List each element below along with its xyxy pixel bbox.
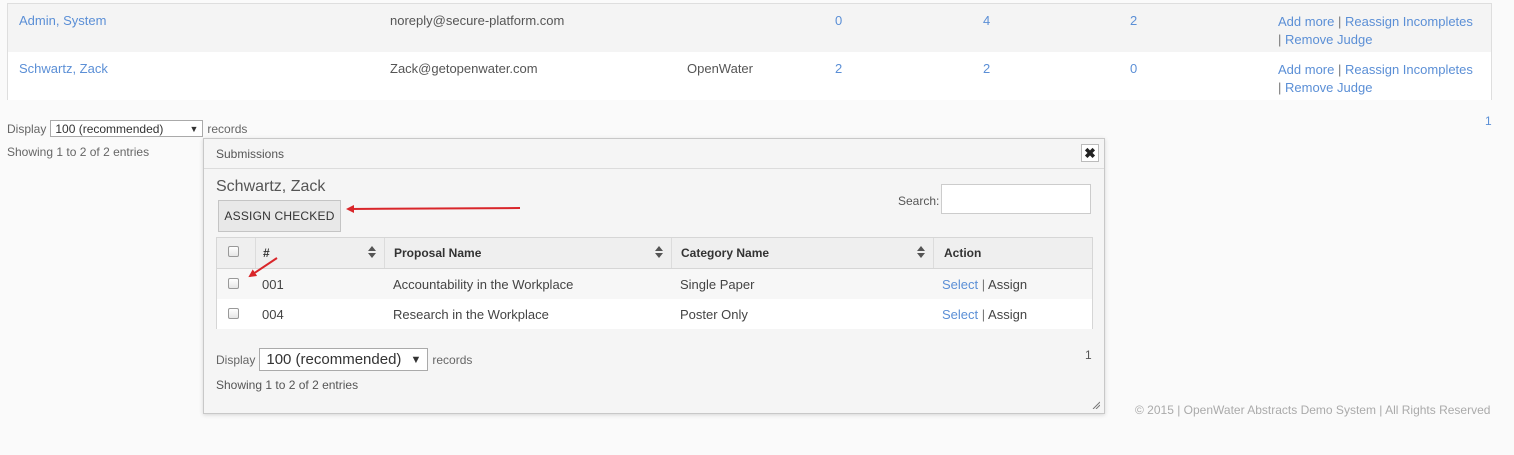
submissions-table: # Proposal Name Category Name Action 001… (216, 237, 1093, 329)
remove-judge-link[interactable]: Remove Judge (1285, 80, 1372, 95)
table-row: 004 Research in the Workplace Poster Onl… (217, 299, 1092, 329)
column-header-number[interactable]: # (263, 238, 270, 268)
display-label: Display (7, 121, 47, 136)
dialog-header: Submissions ✖ (204, 139, 1104, 169)
judge-name-link[interactable]: Admin, System (19, 13, 106, 28)
column-header-proposal-name[interactable]: Proposal Name (394, 238, 481, 268)
table-row: Schwartz, Zack Zack@getopenwater.com Ope… (8, 52, 1491, 100)
sort-icon[interactable] (655, 246, 663, 260)
submission-number: 001 (262, 277, 284, 292)
separator: | (1338, 14, 1345, 29)
count-link[interactable]: 4 (983, 13, 990, 28)
search-label: Search: (898, 194, 940, 208)
count-link[interactable]: 0 (835, 13, 842, 28)
table-row: Admin, System noreply@secure-platform.co… (8, 4, 1491, 52)
separator: | (1278, 80, 1285, 95)
records-per-page-value: 100 (recommended) (55, 121, 164, 136)
select-link[interactable]: Select (942, 307, 978, 322)
row-checkbox[interactable] (228, 278, 239, 289)
column-header-category-name[interactable]: Category Name (681, 238, 769, 268)
assign-checked-button[interactable]: ASSIGN CHECKED (218, 200, 341, 232)
reassign-incompletes-link[interactable]: Reassign Incompletes (1345, 62, 1473, 77)
judge-email: noreply@secure-platform.com (390, 13, 565, 28)
column-header-action: Action (944, 246, 982, 260)
chevron-down-icon: ▼ (189, 123, 199, 134)
records-label: records (432, 352, 473, 367)
proposal-name: Accountability in the Workplace (393, 277, 574, 292)
row-actions: Select | Assign (942, 277, 1027, 292)
judge-actions: Add more | Reassign Incompletes | Remove… (1278, 61, 1490, 97)
records-per-page-value: 100 (recommended) (266, 351, 402, 368)
judge-actions: Add more | Reassign Incompletes | Remove… (1278, 13, 1490, 49)
display-label: Display (216, 352, 256, 367)
column-divider (671, 238, 672, 268)
submission-number: 004 (262, 307, 284, 322)
search-input[interactable] (941, 184, 1091, 214)
judge-organization: OpenWater (687, 61, 753, 76)
column-divider (384, 238, 385, 268)
column-divider (933, 238, 934, 268)
entries-info: Showing 1 to 2 of 2 entries (7, 145, 150, 159)
category-name: Single Paper (680, 277, 755, 292)
judge-name-link[interactable]: Schwartz, Zack (19, 61, 108, 76)
count-link[interactable]: 2 (1130, 13, 1137, 28)
pagination-page[interactable]: 1 (1085, 348, 1092, 362)
column-divider (255, 238, 256, 268)
display-control: Display 100 (recommended) ▼ records (7, 120, 247, 137)
count-link[interactable]: 0 (1130, 61, 1137, 76)
records-per-page-select[interactable]: 100 (recommended) ▼ (259, 348, 429, 371)
category-name: Poster Only (680, 307, 748, 322)
separator: | (1338, 62, 1345, 77)
reassign-incompletes-link[interactable]: Reassign Incompletes (1345, 14, 1473, 29)
assign-link[interactable]: Assign (988, 307, 1027, 322)
add-more-link[interactable]: Add more (1278, 62, 1334, 77)
table-header: # Proposal Name Category Name Action (217, 238, 1092, 269)
table-row: 001 Accountability in the Workplace Sing… (217, 269, 1092, 299)
assign-link[interactable]: Assign (988, 277, 1027, 292)
judge-heading: Schwartz, Zack (216, 178, 326, 195)
close-icon: ✖ (1084, 145, 1096, 161)
select-link[interactable]: Select (942, 277, 978, 292)
remove-judge-link[interactable]: Remove Judge (1285, 32, 1372, 47)
resize-handle-icon[interactable] (1092, 401, 1100, 409)
count-link[interactable]: 2 (835, 61, 842, 76)
pagination-page[interactable]: 1 (1485, 114, 1492, 128)
count-link[interactable]: 2 (983, 61, 990, 76)
separator: | (1278, 32, 1285, 47)
judge-email: Zack@getopenwater.com (390, 61, 538, 76)
judges-table: Admin, System noreply@secure-platform.co… (7, 3, 1492, 100)
add-more-link[interactable]: Add more (1278, 14, 1334, 29)
submissions-dialog: Submissions ✖ Schwartz, Zack ASSIGN CHEC… (203, 138, 1105, 414)
select-all-checkbox[interactable] (228, 246, 239, 257)
dialog-title: Submissions (216, 147, 285, 161)
proposal-name: Research in the Workplace (393, 307, 549, 322)
footer-copyright: © 2015 | OpenWater Abstracts Demo System… (1135, 403, 1491, 417)
row-actions: Select | Assign (942, 307, 1027, 322)
entries-info: Showing 1 to 2 of 2 entries (216, 378, 359, 392)
sort-icon[interactable] (917, 246, 925, 260)
records-label: records (207, 121, 248, 136)
close-button[interactable]: ✖ (1081, 144, 1099, 162)
row-checkbox[interactable] (228, 308, 239, 319)
chevron-down-icon: ▼ (410, 353, 422, 366)
records-per-page-select[interactable]: 100 (recommended) ▼ (50, 120, 204, 137)
display-control: Display 100 (recommended) ▼ records (216, 348, 472, 371)
sort-icon[interactable] (368, 246, 376, 260)
